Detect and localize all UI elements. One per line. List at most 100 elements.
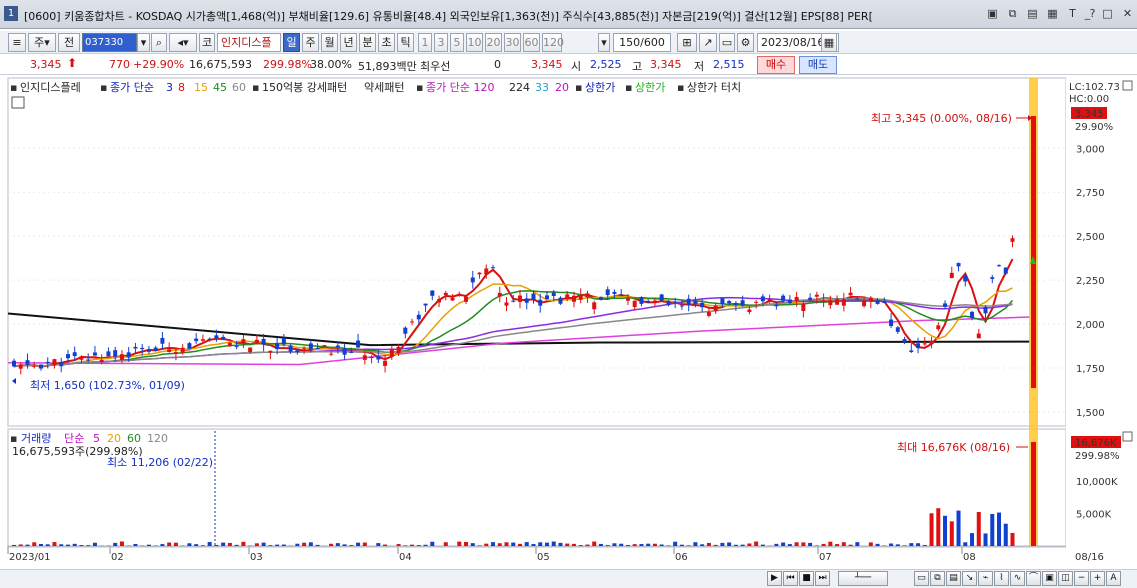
candle-body	[997, 265, 1002, 267]
up-arrow-icon: ⬆	[67, 56, 78, 70]
scroll-right-icon[interactable]: ▶	[767, 571, 782, 586]
legend-limit-touch: 상한가 터치	[687, 81, 741, 94]
tool-2-icon[interactable]: ⧉	[930, 571, 945, 586]
candle-body	[990, 277, 995, 279]
volume-bar	[598, 543, 603, 546]
candle-body	[544, 295, 549, 299]
minimize-icon[interactable]: _	[1080, 6, 1095, 21]
bar-count-input[interactable]: 150/600	[613, 33, 671, 52]
link-icon[interactable]: ⧉	[1005, 6, 1020, 21]
period-tab-1[interactable]: 주	[302, 33, 319, 52]
stop-icon[interactable]: ■	[799, 571, 814, 586]
auto-scale-icon[interactable]: A	[1106, 571, 1121, 586]
font-icon[interactable]: T	[1065, 6, 1080, 21]
chart-window: 1 [0600] 키움종합차트 - KOSDAQ 시가총액[1,468(억)] …	[0, 0, 1137, 588]
volume-ma-label: 단순	[64, 432, 84, 445]
candle-body	[38, 364, 43, 369]
save-icon[interactable]: ▭	[719, 33, 735, 52]
zoom-slider[interactable]: ┴──	[838, 571, 888, 586]
tool-8-icon[interactable]: ⌒	[1026, 571, 1041, 586]
period-tab-5[interactable]: 초	[378, 33, 395, 52]
tool-5-icon[interactable]: ⌁	[978, 571, 993, 586]
price-change-pct: +29.90%	[133, 58, 185, 71]
period-tab-4[interactable]: 분	[359, 33, 376, 52]
indicator-icon[interactable]: ⊞	[677, 33, 697, 52]
tool-1-icon[interactable]: ▭	[914, 571, 929, 586]
capture-icon[interactable]: ▦	[1045, 6, 1060, 21]
minute-step-1[interactable]: 1	[418, 33, 432, 52]
candle-body	[464, 296, 469, 302]
calendar-icon[interactable]: ▦	[821, 33, 837, 52]
code-dropdown-icon[interactable]: ▾	[137, 33, 150, 52]
search-icon[interactable]: ⌕	[151, 33, 167, 52]
last-icon[interactable]: ⏭	[815, 571, 830, 586]
preferred-value: 0	[494, 58, 501, 71]
minute-step-5[interactable]: 5	[450, 33, 464, 52]
price-panel-close-icon[interactable]	[1122, 80, 1133, 91]
menu-icon[interactable]: ≡	[8, 33, 26, 52]
volume-bar	[430, 541, 435, 546]
tool-9-icon[interactable]: ▣	[1042, 571, 1057, 586]
sound-icon[interactable]: ◂▾	[169, 33, 197, 52]
candle-body	[909, 350, 914, 352]
drawing-icon[interactable]: ↗	[699, 33, 717, 52]
volume-bar	[949, 521, 954, 546]
tool-6-icon[interactable]: ⌇	[994, 571, 1009, 586]
volume-bar	[693, 542, 698, 546]
candle-body	[929, 340, 934, 345]
layout-icon[interactable]: ▤	[1025, 6, 1040, 21]
grid-toggle-icon[interactable]	[11, 96, 25, 109]
minute-step-20[interactable]: 20	[485, 33, 502, 52]
zoom-in-icon[interactable]: +	[1090, 571, 1105, 586]
stock-name-field[interactable]: 인지디스플	[217, 33, 281, 52]
volume-bar	[794, 542, 799, 546]
volume-bar	[679, 544, 684, 546]
tool-4-icon[interactable]: ↘	[962, 571, 977, 586]
tool-10-icon[interactable]: ◫	[1058, 571, 1073, 586]
settings-icon[interactable]: ⚙	[737, 33, 754, 52]
period-tab-3[interactable]: 년	[340, 33, 357, 52]
candle-body	[254, 339, 259, 344]
stock-code-input[interactable]: 037330	[82, 33, 137, 52]
candle-body	[200, 339, 205, 341]
tool-3-icon[interactable]: ▤	[946, 571, 961, 586]
minute-step-3[interactable]: 3	[434, 33, 448, 52]
volume-bar	[787, 544, 792, 546]
week-dropdown[interactable]: 주▾	[28, 33, 56, 52]
zoom-out-icon[interactable]: −	[1074, 571, 1089, 586]
minute-step-30[interactable]: 30	[504, 33, 521, 52]
buy-button[interactable]: 매수	[757, 56, 795, 74]
chart-area[interactable]: 3,000 2,750 2,500 2,250 2,000 1,750 1,500 10,00…	[0, 76, 1137, 570]
tool-7-icon[interactable]: ∿	[1010, 571, 1025, 586]
candle-body	[855, 298, 860, 300]
price-tick-label: 2,000	[1076, 320, 1105, 331]
candle-body	[376, 355, 381, 360]
volume-bar	[841, 542, 846, 546]
sell-button[interactable]: 매도	[799, 56, 837, 74]
volume-panel-close-icon[interactable]	[1122, 431, 1133, 442]
period-tab-0[interactable]: 일	[283, 33, 300, 52]
maximize-icon[interactable]: □	[1100, 6, 1115, 21]
minute-step-60[interactable]: 60	[523, 33, 540, 52]
minute-step-10[interactable]: 10	[466, 33, 483, 52]
market-label[interactable]: 코	[199, 33, 215, 52]
candle-body	[720, 298, 725, 305]
volume-ratio: 299.98%	[263, 58, 312, 71]
candle-body	[72, 352, 77, 357]
prev-button[interactable]: 전	[58, 33, 80, 52]
first-icon[interactable]: ⏮	[783, 571, 798, 586]
candle-body	[288, 345, 293, 352]
window-number[interactable]: 1	[4, 6, 18, 21]
volume-bar	[612, 543, 617, 546]
volume-bar	[1003, 523, 1008, 546]
candle-body	[828, 300, 833, 306]
legend-ma2-1: 224	[509, 81, 530, 94]
minute-step-120[interactable]: 120	[542, 33, 564, 52]
close-icon[interactable]: ✕	[1120, 6, 1135, 21]
period-tab-6[interactable]: 틱	[397, 33, 414, 52]
period-tab-2[interactable]: 월	[321, 33, 338, 52]
volume-bar	[585, 544, 590, 546]
volume-tick-label: 10,000K	[1076, 477, 1118, 488]
window-split-icon[interactable]: ▣	[985, 6, 1000, 21]
step-dropdown-icon[interactable]: ▾	[598, 33, 610, 52]
